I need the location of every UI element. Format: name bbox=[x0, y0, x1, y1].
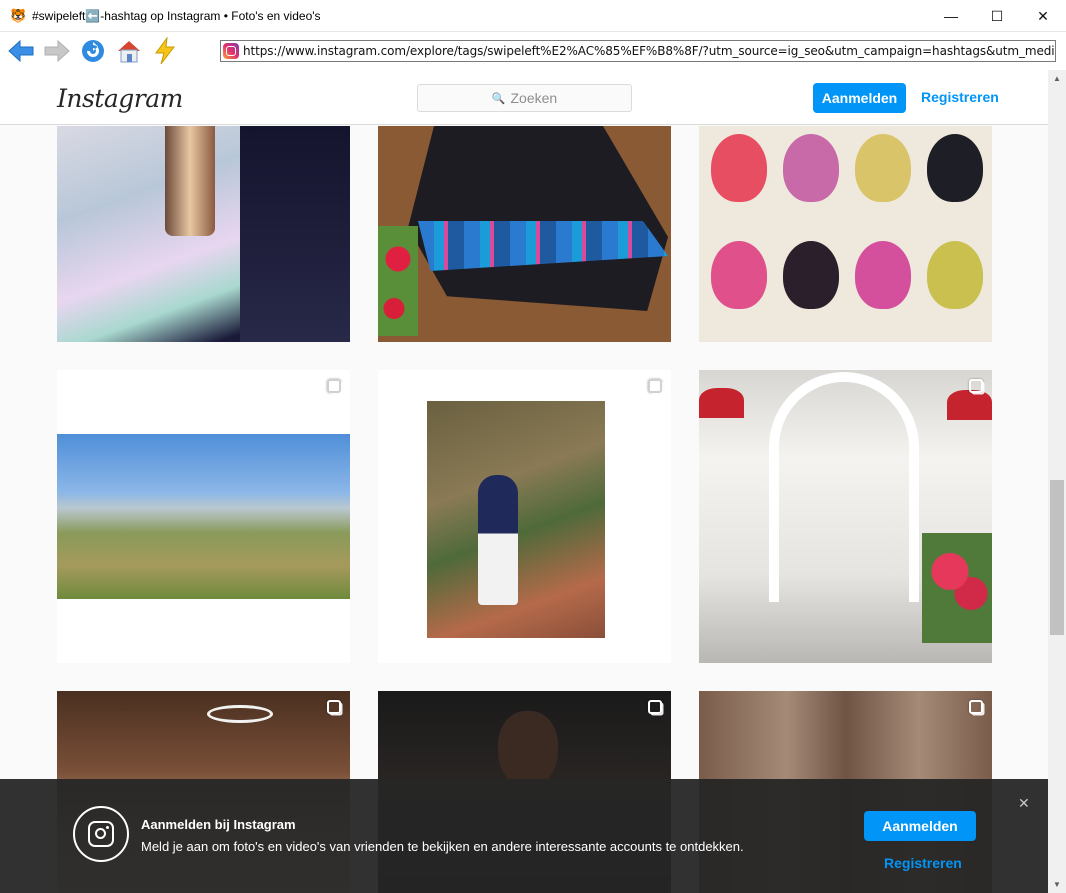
app-icon: 🐯 bbox=[10, 7, 27, 23]
scroll-down-icon[interactable]: ▼ bbox=[1048, 880, 1066, 889]
post-image-part bbox=[769, 372, 919, 602]
post-image-part bbox=[378, 226, 418, 336]
post-image-part bbox=[408, 126, 668, 311]
post-grid bbox=[0, 126, 1048, 893]
carousel-icon bbox=[648, 379, 662, 393]
login-button[interactable]: Aanmelden bbox=[813, 83, 906, 113]
window-controls: — ☐ ✕ bbox=[928, 0, 1066, 32]
banner-title: Aanmelden bij Instagram bbox=[141, 817, 296, 832]
close-window-button[interactable]: ✕ bbox=[1020, 0, 1066, 32]
post-image-part bbox=[947, 390, 992, 420]
post-image-part bbox=[927, 241, 983, 309]
carousel-icon bbox=[648, 700, 662, 714]
refresh-icon[interactable] bbox=[78, 36, 108, 66]
carousel-icon bbox=[327, 700, 341, 714]
window-title: #swipeleft⬅️-hashtag op Instagram • Foto… bbox=[32, 8, 321, 23]
post-image-part bbox=[478, 475, 518, 605]
post-image-part bbox=[699, 388, 744, 418]
scroll-up-icon[interactable]: ▲ bbox=[1048, 74, 1066, 83]
post-image-part bbox=[783, 134, 839, 202]
post-tile[interactable] bbox=[378, 126, 671, 342]
post-image-part bbox=[922, 533, 992, 643]
post-image-part bbox=[855, 134, 911, 202]
home-icon[interactable] bbox=[114, 36, 144, 66]
post-image-part bbox=[498, 711, 558, 786]
post-tile[interactable] bbox=[378, 370, 671, 663]
banner-register-link[interactable]: Registreren bbox=[884, 855, 962, 871]
address-bar[interactable]: https://www.instagram.com/explore/tags/s… bbox=[220, 40, 1056, 62]
post-image-part bbox=[207, 705, 273, 723]
post-tile[interactable] bbox=[57, 126, 350, 342]
post-tile[interactable] bbox=[699, 370, 992, 663]
search-icon: 🔍 bbox=[491, 92, 506, 105]
post-image-part bbox=[711, 134, 767, 202]
instagram-camera-icon bbox=[73, 806, 129, 862]
post-image-part bbox=[711, 241, 767, 309]
banner-text: Meld je aan om foto's en video's van vri… bbox=[141, 839, 744, 854]
post-image-part bbox=[57, 434, 350, 599]
post-image-part bbox=[927, 134, 983, 202]
forward-arrow-icon[interactable] bbox=[42, 36, 72, 66]
lightning-icon[interactable] bbox=[150, 36, 180, 66]
window-titlebar: 🐯 #swipeleft⬅️-hashtag op Instagram • Fo… bbox=[0, 0, 1066, 32]
login-banner: Aanmelden bij Instagram Meld je aan om f… bbox=[0, 779, 1048, 893]
carousel-icon bbox=[969, 379, 983, 393]
search-input[interactable]: 🔍 Zoeken bbox=[417, 84, 632, 112]
post-image-part bbox=[240, 126, 350, 342]
scroll-thumb[interactable] bbox=[1050, 480, 1064, 635]
back-arrow-icon[interactable] bbox=[6, 36, 36, 66]
browser-toolbar: https://www.instagram.com/explore/tags/s… bbox=[0, 32, 1066, 70]
close-icon[interactable]: ✕ bbox=[1018, 795, 1030, 812]
search-placeholder: Zoeken bbox=[510, 90, 558, 106]
url-text: https://www.instagram.com/explore/tags/s… bbox=[243, 44, 1056, 58]
instagram-logo[interactable]: Instagram bbox=[57, 84, 183, 113]
instagram-favicon-icon bbox=[223, 43, 239, 59]
carousel-icon bbox=[969, 700, 983, 714]
register-link[interactable]: Registreren bbox=[921, 89, 999, 105]
post-image-part bbox=[855, 241, 911, 309]
instagram-header: Instagram 🔍 Zoeken Aanmelden Registreren bbox=[0, 70, 1048, 125]
post-image-part bbox=[783, 241, 839, 309]
post-tile[interactable] bbox=[57, 370, 350, 663]
page-scrollbar[interactable]: ▲ ▼ bbox=[1048, 70, 1066, 893]
post-image-part bbox=[165, 126, 215, 236]
post-tile[interactable] bbox=[699, 126, 992, 342]
minimize-button[interactable]: — bbox=[928, 0, 974, 32]
banner-login-button[interactable]: Aanmelden bbox=[864, 811, 976, 841]
carousel-icon bbox=[327, 379, 341, 393]
maximize-button[interactable]: ☐ bbox=[974, 0, 1020, 32]
